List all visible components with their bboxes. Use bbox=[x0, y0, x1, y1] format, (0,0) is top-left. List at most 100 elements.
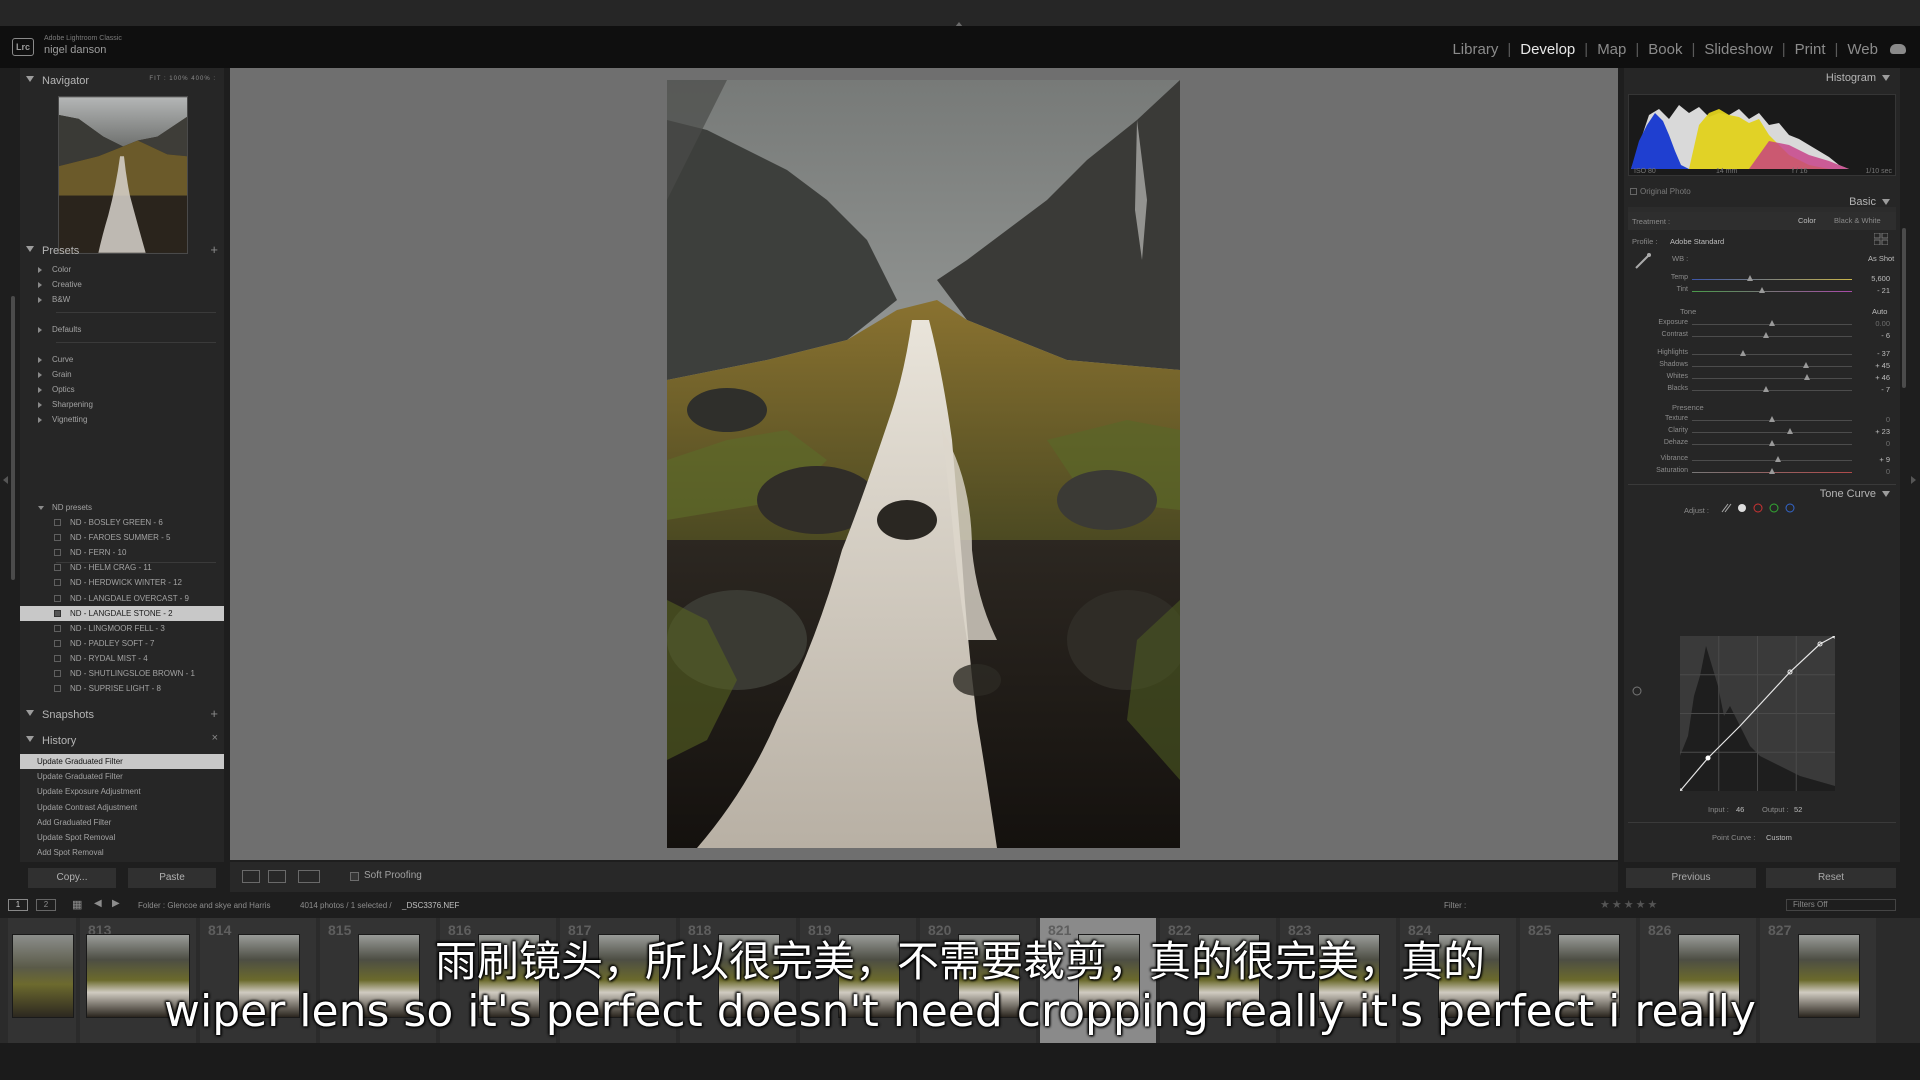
basic-header[interactable]: Basic bbox=[1849, 196, 1890, 208]
slider-value[interactable]: + 46 bbox=[1875, 373, 1890, 382]
wb-eyedropper-icon[interactable] bbox=[1634, 252, 1652, 270]
preset-group[interactable]: Curve bbox=[20, 352, 224, 367]
left-panel-scrollbar[interactable] bbox=[11, 296, 15, 580]
point-curve-dropdown[interactable]: Custom bbox=[1766, 833, 1792, 842]
history-item[interactable]: Update Graduated Filter bbox=[20, 769, 224, 784]
paste-button[interactable]: Paste bbox=[128, 868, 216, 888]
preset-item[interactable]: ND - SHUTLINGSLOE BROWN - 1 bbox=[20, 666, 224, 681]
slider-whites[interactable]: Whites + 46 bbox=[1624, 372, 1900, 384]
tone-curve-graph[interactable] bbox=[1680, 636, 1835, 791]
slider-track[interactable] bbox=[1692, 390, 1852, 391]
rating-filter-stars[interactable]: ★★★★★ bbox=[1600, 898, 1659, 911]
preset-group[interactable]: Vignetting bbox=[20, 412, 224, 427]
history-item[interactable]: Add Graduated Filter bbox=[20, 815, 224, 830]
preset-group[interactable]: Creative bbox=[20, 277, 224, 292]
slider-knob[interactable] bbox=[1786, 428, 1793, 434]
right-panel-toggle-icon[interactable] bbox=[1911, 476, 1916, 484]
slider-value[interactable]: - 6 bbox=[1881, 331, 1890, 340]
folder-path[interactable]: Folder : Glencoe and skye and Harris bbox=[138, 901, 271, 910]
slider-clarity[interactable]: Clarity + 23 bbox=[1624, 426, 1900, 438]
target-adjust-icon[interactable] bbox=[1632, 686, 1642, 696]
slider-value[interactable]: + 45 bbox=[1875, 361, 1890, 370]
preset-group-open[interactable]: ND presets bbox=[20, 500, 224, 515]
slider-saturation[interactable]: Saturation 0 bbox=[1624, 466, 1900, 478]
history-header[interactable]: History × bbox=[20, 730, 224, 752]
module-map[interactable]: Map bbox=[1597, 41, 1626, 58]
preset-item[interactable]: ND - FAROES SUMMER - 5 bbox=[20, 530, 224, 545]
tone-curve-header[interactable]: Tone Curve bbox=[1820, 488, 1890, 500]
slider-track[interactable] bbox=[1692, 460, 1852, 461]
slider-knob[interactable] bbox=[1762, 386, 1769, 392]
slider-value[interactable]: 0 bbox=[1886, 439, 1890, 448]
preset-group[interactable]: Defaults bbox=[20, 322, 224, 337]
preset-item[interactable]: ND - HELM CRAG - 11 bbox=[20, 560, 224, 575]
slider-knob[interactable] bbox=[1769, 440, 1775, 446]
history-item[interactable]: Add Spot Removal bbox=[20, 845, 224, 860]
slider-knob[interactable] bbox=[1775, 456, 1782, 462]
preset-item[interactable]: ND - BOSLEY GREEN - 6 bbox=[20, 515, 224, 530]
slider-track[interactable] bbox=[1692, 354, 1852, 355]
forward-arrow-icon[interactable]: ▶ bbox=[112, 898, 120, 909]
slider-track[interactable] bbox=[1692, 291, 1852, 292]
slider-value[interactable]: 0.00 bbox=[1875, 319, 1890, 328]
navigator-thumbnail[interactable] bbox=[58, 96, 188, 254]
before-after-view-icon[interactable] bbox=[268, 870, 286, 883]
slider-value[interactable]: 5,600 bbox=[1871, 274, 1890, 283]
slider-knob[interactable] bbox=[1759, 287, 1766, 293]
preset-item[interactable]: ND - LINGMOOR FELL - 3 bbox=[20, 621, 224, 636]
left-panel-toggle-icon[interactable] bbox=[3, 476, 8, 484]
slider-highlights[interactable]: Highlights - 37 bbox=[1624, 348, 1900, 360]
preset-group[interactable]: Grain bbox=[20, 367, 224, 382]
preset-item[interactable]: ND - HERDWICK WINTER - 12 bbox=[20, 575, 224, 590]
slider-track[interactable] bbox=[1692, 336, 1852, 337]
module-develop[interactable]: Develop bbox=[1520, 41, 1575, 58]
preset-item[interactable]: ND - FERN - 10 bbox=[20, 545, 224, 560]
preset-item[interactable]: ND - PADLEY SOFT - 7 bbox=[20, 636, 224, 651]
slider-track[interactable] bbox=[1692, 366, 1852, 367]
slider-knob[interactable] bbox=[1802, 362, 1809, 368]
slider-tint[interactable]: Tint - 21 bbox=[1624, 285, 1900, 297]
history-item[interactable]: Update Spot Removal bbox=[20, 830, 224, 845]
profile-dropdown[interactable]: Adobe Standard bbox=[1670, 237, 1724, 246]
soft-proofing-checkbox[interactable] bbox=[350, 872, 359, 881]
secondary-window-button[interactable]: 2 bbox=[36, 899, 56, 911]
presets-header[interactable]: Presets + bbox=[20, 240, 224, 262]
slider-knob[interactable] bbox=[1740, 350, 1747, 356]
history-item[interactable]: Update Contrast Adjustment bbox=[20, 800, 224, 815]
slider-value[interactable]: - 7 bbox=[1881, 385, 1890, 394]
slider-value[interactable]: + 9 bbox=[1879, 455, 1890, 464]
curve-channel-selector[interactable] bbox=[1720, 502, 1800, 514]
original-photo-checkbox[interactable]: Original Photo bbox=[1630, 187, 1691, 196]
grid-view-icon[interactable]: ▦ bbox=[72, 898, 82, 911]
slider-knob[interactable] bbox=[1769, 416, 1775, 422]
previous-button[interactable]: Previous bbox=[1626, 868, 1756, 888]
slider-texture[interactable]: Texture 0 bbox=[1624, 414, 1900, 426]
slider-contrast[interactable]: Contrast - 6 bbox=[1624, 330, 1900, 342]
slider-track[interactable] bbox=[1692, 432, 1852, 433]
clear-history-icon[interactable]: × bbox=[212, 732, 218, 744]
slider-dehaze[interactable]: Dehaze 0 bbox=[1624, 438, 1900, 450]
treatment-color[interactable]: Color bbox=[1798, 216, 1816, 225]
module-web[interactable]: Web bbox=[1847, 41, 1878, 58]
auto-tone-button[interactable]: Auto bbox=[1872, 307, 1887, 316]
slider-value[interactable]: 0 bbox=[1886, 415, 1890, 424]
history-item[interactable]: Update Exposure Adjustment bbox=[20, 784, 224, 799]
image-canvas[interactable] bbox=[230, 68, 1618, 860]
slider-temp[interactable]: Temp 5,600 bbox=[1624, 273, 1900, 285]
module-book[interactable]: Book bbox=[1648, 41, 1682, 58]
slider-shadows[interactable]: Shadows + 45 bbox=[1624, 360, 1900, 372]
filters-dropdown[interactable]: Filters Off bbox=[1786, 899, 1896, 911]
slider-value[interactable]: - 37 bbox=[1877, 349, 1890, 358]
slider-value[interactable]: + 23 bbox=[1875, 427, 1890, 436]
back-arrow-icon[interactable]: ◀ bbox=[94, 898, 102, 909]
right-panel-scrollbar[interactable] bbox=[1902, 228, 1906, 388]
slider-exposure[interactable]: Exposure 0.00 bbox=[1624, 318, 1900, 330]
preset-item[interactable]: ND - LANGDALE OVERCAST - 9 bbox=[20, 591, 224, 606]
module-library[interactable]: Library bbox=[1452, 41, 1498, 58]
slider-vibrance[interactable]: Vibrance + 9 bbox=[1624, 454, 1900, 466]
before-after-split-icon[interactable] bbox=[298, 870, 320, 883]
profile-browser-icon[interactable] bbox=[1874, 233, 1888, 245]
preset-group[interactable]: Sharpening bbox=[20, 397, 224, 412]
module-print[interactable]: Print bbox=[1795, 41, 1826, 58]
snapshots-header[interactable]: Snapshots + bbox=[20, 704, 224, 726]
